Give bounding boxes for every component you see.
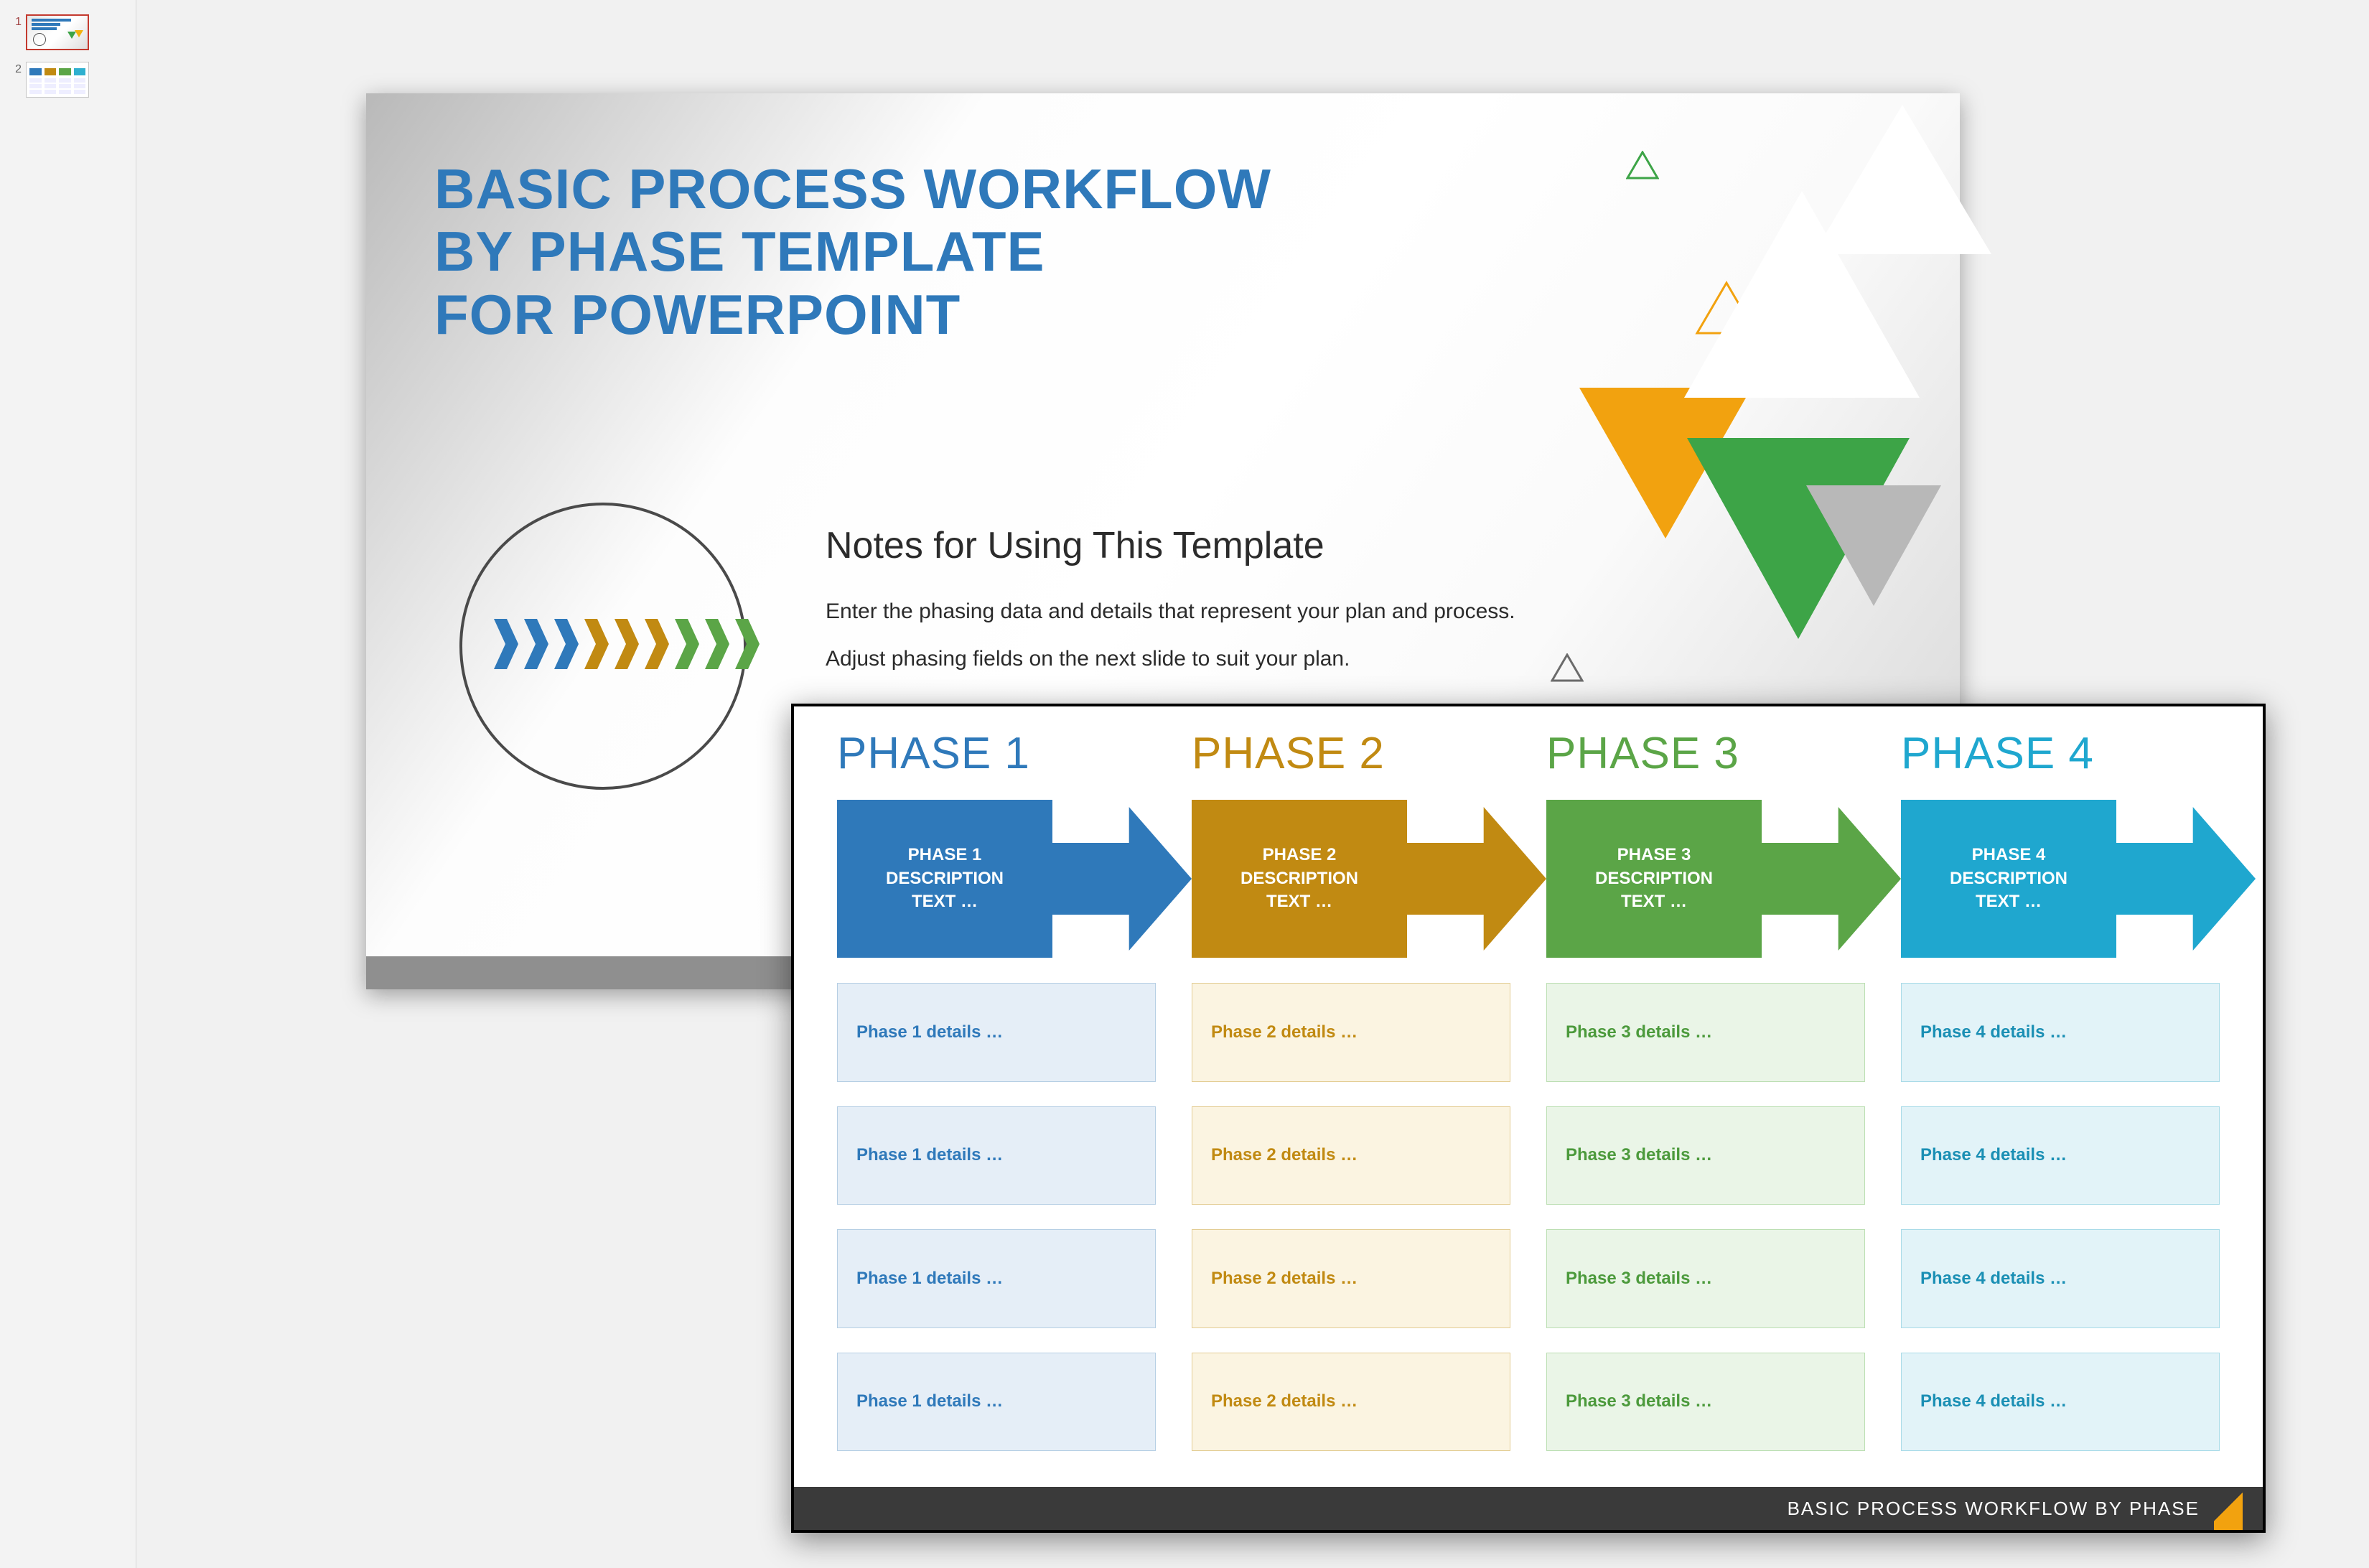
slide-title[interactable]: BASIC PROCESS WORKFLOW BY PHASE TEMPLATE… [434, 158, 1271, 346]
slide-2[interactable]: PHASE 1 PHASE 2 PHASE 3 PHASE 4 PHASE 1 … [791, 704, 2266, 1533]
thumbnail-preview-2 [26, 62, 89, 98]
slide-2-footer: BASIC PROCESS WORKFLOW BY PHASE [794, 1487, 2263, 1530]
thumbnail-slide-1[interactable]: 1 [0, 13, 136, 60]
phase-3-title[interactable]: PHASE 3 [1546, 728, 1865, 779]
phase-2-title[interactable]: PHASE 2 [1192, 728, 1510, 779]
phase-2-detail-cell[interactable]: Phase 2 details … [1192, 983, 1510, 1082]
phase-1-detail-cell[interactable]: Phase 1 details … [837, 1353, 1156, 1452]
phase-4-description-box[interactable]: PHASE 4 DESCRIPTION TEXT … [1901, 800, 2116, 958]
phase-4-detail-column: Phase 4 details … Phase 4 details … Phas… [1901, 983, 2220, 1451]
notes-heading[interactable]: Notes for Using This Template [826, 524, 1324, 567]
phase-3-description-box[interactable]: PHASE 3 DESCRIPTION TEXT … [1546, 800, 1762, 958]
phase-arrow-row: PHASE 1 DESCRIPTION TEXT … PHASE 2 DESCR… [837, 800, 2256, 958]
thumbnail-preview-1 [26, 14, 89, 50]
arrow-right-icon [1052, 800, 1192, 958]
phase-3-detail-cell[interactable]: Phase 3 details … [1546, 983, 1865, 1082]
phase-4-detail-cell[interactable]: Phase 4 details … [1901, 1106, 2220, 1205]
phase-2-detail-cell[interactable]: Phase 2 details … [1192, 1106, 1510, 1205]
notes-paragraph-2: Adjust phasing fields on the next slide … [826, 643, 1543, 675]
phase-3-detail-cell[interactable]: Phase 3 details … [1546, 1106, 1865, 1205]
phase-4-arrow-block[interactable]: PHASE 4 DESCRIPTION TEXT … [1901, 800, 2256, 958]
phase-3-detail-cell[interactable]: Phase 3 details … [1546, 1229, 1865, 1328]
phase-2-detail-column: Phase 2 details … Phase 2 details … Phas… [1192, 983, 1510, 1451]
triangle-down-icon [1802, 481, 1945, 610]
chevron-row-icon [494, 619, 765, 669]
phase-2-detail-cell[interactable]: Phase 2 details … [1192, 1229, 1510, 1328]
phase-2-description-box[interactable]: PHASE 2 DESCRIPTION TEXT … [1192, 800, 1407, 958]
thumbnail-number-2: 2 [13, 62, 22, 76]
notes-body[interactable]: Enter the phasing data and details that … [826, 596, 1543, 690]
thumbnail-slide-2[interactable]: 2 [0, 60, 136, 108]
phase-2-arrow-block[interactable]: PHASE 2 DESCRIPTION TEXT … [1192, 800, 1546, 958]
app-root: 1 2 [0, 0, 2369, 1568]
phase-detail-grid: Phase 1 details … Phase 1 details … Phas… [837, 983, 2220, 1451]
phase-1-arrow-block[interactable]: PHASE 1 DESCRIPTION TEXT … [837, 800, 1192, 958]
phase-3-detail-cell[interactable]: Phase 3 details … [1546, 1353, 1865, 1452]
phase-1-detail-cell[interactable]: Phase 1 details … [837, 983, 1156, 1082]
slide-title-line3: FOR POWERPOINT [434, 283, 961, 346]
slide-title-line1: BASIC PROCESS WORKFLOW [434, 157, 1271, 220]
phase-1-title[interactable]: PHASE 1 [837, 728, 1156, 779]
phase-3-detail-column: Phase 3 details … Phase 3 details … Phas… [1546, 983, 1865, 1451]
phase-4-title[interactable]: PHASE 4 [1901, 728, 2220, 779]
notes-paragraph-1: Enter the phasing data and details that … [826, 596, 1543, 627]
phase-4-detail-cell[interactable]: Phase 4 details … [1901, 983, 2220, 1082]
arrow-right-icon [1407, 800, 1546, 958]
triangle-outline-icon [1626, 151, 1659, 179]
slide-2-footer-text: BASIC PROCESS WORKFLOW BY PHASE [1788, 1498, 2200, 1520]
phase-4-detail-cell[interactable]: Phase 4 details … [1901, 1229, 2220, 1328]
footer-accent-icon [2214, 1487, 2243, 1530]
phase-title-row: PHASE 1 PHASE 2 PHASE 3 PHASE 4 [837, 728, 2220, 779]
slide-title-line2: BY PHASE TEMPLATE [434, 220, 1045, 283]
phase-3-arrow-block[interactable]: PHASE 3 DESCRIPTION TEXT … [1546, 800, 1901, 958]
slide-canvas-area[interactable]: BASIC PROCESS WORKFLOW BY PHASE TEMPLATE… [136, 0, 2369, 1568]
phase-1-detail-cell[interactable]: Phase 1 details … [837, 1229, 1156, 1328]
phase-1-description-box[interactable]: PHASE 1 DESCRIPTION TEXT … [837, 800, 1052, 958]
triangle-outline-icon [1551, 653, 1584, 682]
phase-2-detail-cell[interactable]: Phase 2 details … [1192, 1353, 1510, 1452]
arrow-right-icon [2116, 800, 2256, 958]
arrow-right-icon [1762, 800, 1901, 958]
phase-1-detail-cell[interactable]: Phase 1 details … [837, 1106, 1156, 1205]
slide-thumbnail-panel: 1 2 [0, 0, 136, 1568]
triangle-up-white-icon [1809, 101, 1996, 258]
phase-4-detail-cell[interactable]: Phase 4 details … [1901, 1353, 2220, 1452]
thumbnail-number-1: 1 [13, 14, 22, 29]
phase-1-detail-column: Phase 1 details … Phase 1 details … Phas… [837, 983, 1156, 1451]
